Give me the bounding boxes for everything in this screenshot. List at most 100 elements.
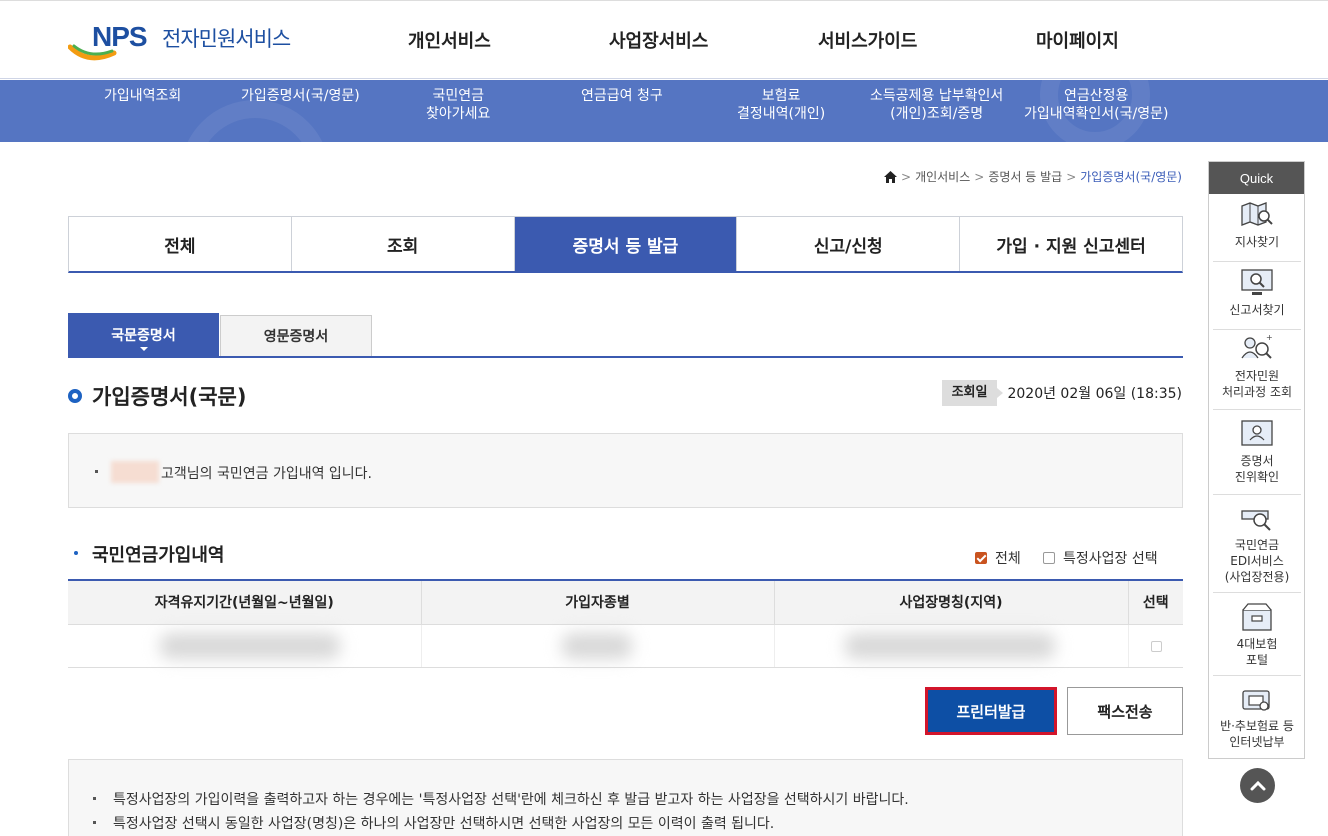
lookup-date-value: 2020년 02월 06일 (18:35) — [1007, 386, 1182, 402]
submenu-tax-payment-confirm[interactable]: 소득공제용 납부확인서 (개인)조회/증명 — [870, 87, 1003, 123]
quick-item-label: 국민연금 — [1234, 538, 1280, 552]
check-all-checkbox[interactable] — [975, 552, 987, 564]
section-bullet-icon — [74, 551, 78, 555]
tab-all[interactable]: 전체 — [69, 217, 292, 271]
quick-item-label: EDI서비스 — [1230, 554, 1284, 568]
submenu-find-pension[interactable]: 국민연금 찾아가세요 — [426, 87, 490, 123]
info-box: 고객님의 국민연금 가입내역 입니다. — [68, 433, 1183, 508]
quick-item-report-search[interactable]: 신고서찾기 — [1213, 268, 1301, 330]
check-all-label: 전체 — [995, 551, 1021, 567]
quick-item-label: 반·추보험료 등 — [1220, 719, 1294, 733]
map-search-icon — [1241, 202, 1273, 226]
gnb-service-guide[interactable]: 서비스가이드 — [818, 27, 917, 53]
note-item: 특정사업장의 가입이력을 출력하고자 하는 경우에는 '특정사업장 선택'란에 … — [93, 789, 909, 809]
tab-label: 국문증명서 — [111, 327, 176, 344]
fax-send-button[interactable]: 팩스전송 — [1067, 687, 1183, 735]
column-select: 선택 — [1128, 580, 1183, 625]
cell-member-type — [421, 624, 775, 668]
quick-item-process-inquiry[interactable]: + 전자민원 처리과정 조회 — [1213, 334, 1301, 410]
tab-inquiry[interactable]: 조회 — [291, 217, 515, 271]
tab-join-support-center[interactable]: 가입 · 지원 신고센터 — [960, 217, 1182, 271]
cell-period — [68, 624, 422, 668]
submenu-premium-decision[interactable]: 보험료 결정내역(개인) — [737, 87, 825, 123]
quick-menu-header: Quick — [1209, 162, 1304, 194]
quick-item-internet-payment[interactable]: 반·추보험료 등 인터넷납부 — [1213, 688, 1301, 754]
redacted-value — [561, 632, 632, 659]
chevron-up-icon — [1250, 780, 1265, 790]
note-item: 특정사업장 선택시 동일한 사업장(명칭)은 하나의 사업장만 선택하시면 선택… — [92, 813, 774, 833]
quick-item-certificate-verify[interactable]: 증명서 진위확인 — [1213, 419, 1301, 495]
lookup-date-label: 조회일 — [941, 380, 1004, 406]
column-period: 자격유지기간(년월일~년월일) — [68, 580, 422, 625]
nps-logo[interactable]: NPS 전자민원서비스 — [68, 21, 298, 65]
home-icon[interactable] — [884, 170, 897, 183]
breadcrumb-separator: > — [974, 169, 985, 184]
redacted-name — [111, 461, 159, 483]
tab-korean-certificate[interactable]: 국문증명서 — [68, 313, 219, 356]
breadcrumb-separator: > — [1066, 169, 1077, 184]
notes-box: 특정사업장의 가입이력을 출력하고자 하는 경우에는 '특정사업장 선택'란에 … — [68, 759, 1183, 836]
id-card-icon — [1241, 420, 1273, 446]
breadcrumb-item[interactable]: 개인서비스 — [915, 168, 970, 185]
quick-item-label: 포털 — [1245, 653, 1269, 667]
bullet-icon — [95, 470, 98, 473]
quick-item-label: 4대보험 — [1236, 637, 1278, 651]
table-row — [68, 624, 1183, 668]
quick-item-social-insurance-portal[interactable]: 4대보험 포털 — [1213, 602, 1301, 676]
quick-menu: Quick 지사찾기 신고서찾기 + 전자민원 처리과정 조회 증명서 진위확인… — [1208, 161, 1305, 759]
card-payment-icon — [1242, 690, 1270, 711]
cell-workplace — [774, 624, 1129, 668]
quick-item-label: 지사찾기 — [1234, 235, 1280, 249]
check-all[interactable]: 전체 — [975, 548, 1021, 568]
specific-workplace-label: 특정사업장 선택 — [1063, 551, 1158, 567]
breadcrumb-item[interactable]: 증명서 등 발급 — [988, 168, 1062, 185]
logo-nps-text: NPS — [92, 21, 148, 52]
printer-issue-button[interactable]: 프린터발급 — [925, 687, 1057, 735]
page-title: 가입증명서(국문) — [92, 385, 247, 409]
quick-item-label: 증명서 — [1240, 454, 1274, 468]
breadcrumb-current[interactable]: 가입증명서(국/영문) — [1080, 168, 1182, 185]
title-bullet-icon — [68, 389, 82, 403]
breadcrumb-separator: > — [901, 169, 912, 184]
submenu-pension-claim[interactable]: 연금급여 청구 — [581, 87, 663, 105]
logo-service-text: 전자민원서비스 — [162, 27, 291, 51]
info-message: 고객님의 국민연금 가입내역 입니다. — [161, 466, 372, 482]
breadcrumb: > 개인서비스 > 증명서 등 발급 > 가입증명서(국/영문) — [884, 168, 1182, 185]
quick-item-label: 인터넷납부 — [1229, 735, 1285, 749]
quick-item-label: (사업장전용) — [1224, 570, 1290, 584]
box-icon — [1242, 603, 1272, 631]
tab-report-apply[interactable]: 신고/신청 — [737, 217, 961, 271]
gnb-business-service[interactable]: 사업장서비스 — [609, 27, 708, 53]
table-header-row: 자격유지기간(년월일~년월일) 가입자종별 사업장명칭(지역) 선택 — [68, 580, 1183, 625]
membership-table: 자격유지기간(년월일~년월일) 가입자종별 사업장명칭(지역) 선택 — [68, 579, 1183, 668]
tab-certificate-issue[interactable]: 증명서 등 발급 — [514, 217, 738, 271]
redacted-value — [160, 632, 340, 659]
row-select-checkbox[interactable] — [1150, 640, 1162, 652]
lookup-date: 조회일 2020년 02월 06일 (18:35) — [941, 380, 1182, 406]
specific-workplace-checkbox[interactable] — [1043, 552, 1055, 564]
submenu-pension-calc-confirm[interactable]: 연금산정용 가입내역확인서(국/영문) — [1024, 87, 1168, 123]
cell-select — [1128, 624, 1183, 668]
submenu-join-history[interactable]: 가입내역조회 — [104, 87, 181, 105]
sub-menu-band: 가입내역조회 가입증명서(국/영문) 국민연금 찾아가세요 연금급여 청구 보험료… — [0, 80, 1328, 142]
main-tabs: 전체 조회 증명서 등 발급 신고/신청 가입 · 지원 신고센터 — [68, 216, 1183, 273]
redacted-value — [844, 632, 1055, 659]
column-member-type: 가입자종별 — [421, 580, 775, 625]
gnb-personal-service[interactable]: 개인서비스 — [408, 27, 491, 53]
check-specific-workplace[interactable]: 특정사업장 선택 — [1043, 548, 1158, 568]
caret-down-icon — [139, 347, 148, 351]
section-title: 국민연금가입내역 — [92, 545, 225, 566]
band-decoration — [180, 100, 330, 142]
submenu-join-certificate[interactable]: 가입증명서(국/영문) — [241, 87, 360, 105]
svg-text:+: + — [1266, 334, 1273, 342]
scroll-top-button[interactable] — [1240, 768, 1275, 803]
quick-item-branch-search[interactable]: 지사찾기 — [1213, 202, 1301, 262]
monitor-search-icon — [1241, 269, 1273, 295]
quick-item-label: 진위확인 — [1234, 470, 1280, 484]
certificate-language-tabs: 국문증명서 영문증명서 — [68, 313, 1183, 358]
gnb-my-page[interactable]: 마이페이지 — [1036, 27, 1119, 53]
quick-item-label: 전자민원 — [1234, 369, 1280, 383]
tab-english-certificate[interactable]: 영문증명서 — [220, 315, 372, 356]
quick-item-edi-service[interactable]: 국민연금 EDI서비스 (사업장전용) — [1213, 507, 1301, 593]
site-header: NPS 전자민원서비스 개인서비스 사업장서비스 서비스가이드 마이페이지 — [0, 0, 1328, 79]
